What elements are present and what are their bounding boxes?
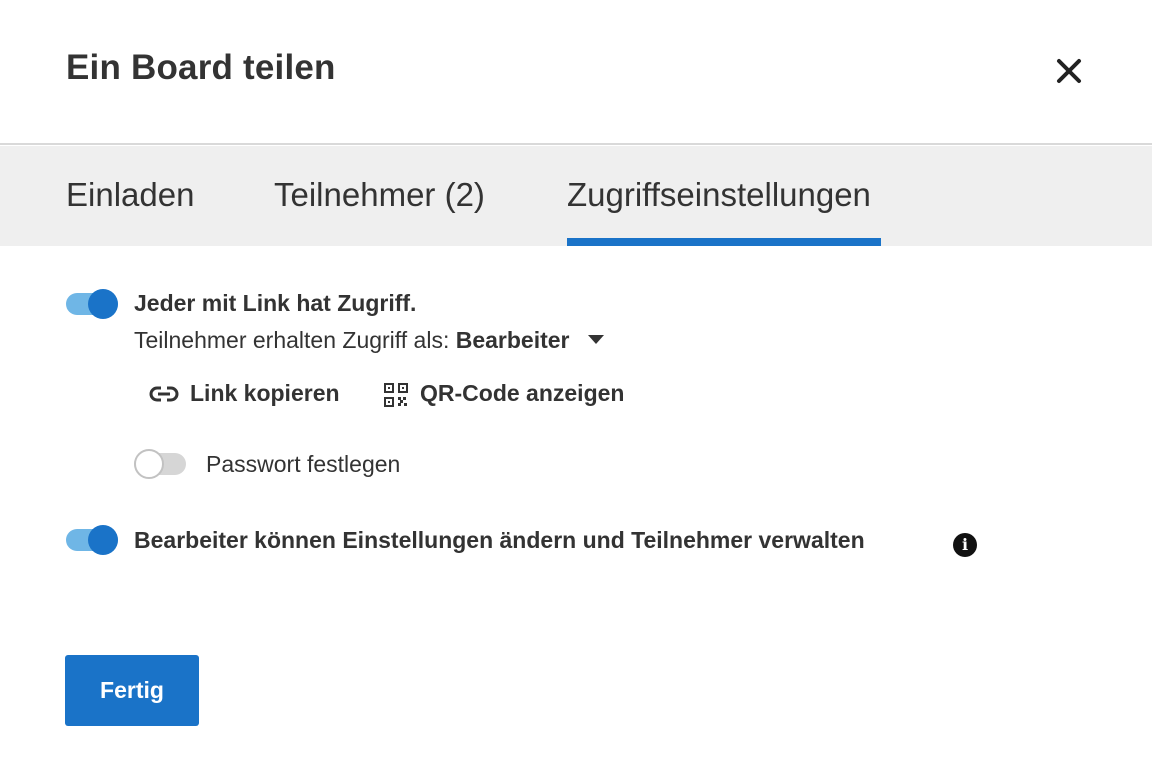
copy-link-label: Link kopieren <box>190 380 340 406</box>
qr-code-icon <box>384 383 408 413</box>
tab-label: Teilnehmer (2) <box>274 176 485 213</box>
tab-teilnehmer[interactable]: Teilnehmer (2) <box>274 146 490 246</box>
role-dropdown[interactable]: Bearbeiter <box>456 327 604 354</box>
toggle-knob <box>134 449 164 479</box>
chevron-down-icon <box>587 335 604 345</box>
dialog-header: Ein Board teilen <box>0 0 1152 145</box>
toggle-knob <box>88 525 118 555</box>
link-access-toggle[interactable] <box>66 289 118 319</box>
tab-zugriffseinstellungen[interactable]: Zugriffseinstellungen <box>567 146 881 246</box>
link-access-label: Jeder mit Link hat Zugriff. <box>134 290 417 316</box>
tab-label: Zugriffseinstellungen <box>567 176 871 213</box>
tab-label: Einladen <box>66 176 195 213</box>
show-qr-code-button[interactable]: QR-Code anzeigen <box>384 380 644 410</box>
role-row: Teilnehmer erhalten Zugriff als: Bearbei… <box>134 327 604 354</box>
role-value: Bearbeiter <box>455 327 570 353</box>
tab-bar: Einladen Teilnehmer (2) Zugriffseinstell… <box>0 146 1152 246</box>
editors-manage-toggle[interactable] <box>66 525 118 555</box>
link-icon <box>149 383 179 411</box>
password-toggle[interactable] <box>134 449 186 479</box>
role-prefix: Teilnehmer erhalten Zugriff als: <box>134 327 450 353</box>
dialog-title: Ein Board teilen <box>66 48 336 87</box>
toggle-knob <box>88 289 118 319</box>
copy-link-button[interactable]: Link kopieren <box>149 380 359 410</box>
password-label: Passwort festlegen <box>206 451 401 477</box>
show-qr-code-label: QR-Code anzeigen <box>420 380 625 406</box>
done-button[interactable]: Fertig <box>65 655 199 726</box>
editors-manage-label: Bearbeiter können Einstellungen ändern u… <box>134 527 865 553</box>
share-board-dialog: Ein Board teilen Einladen Teilnehmer (2)… <box>0 0 1152 774</box>
tab-einladen[interactable]: Einladen <box>66 146 196 246</box>
close-icon[interactable] <box>1052 54 1086 88</box>
info-icon[interactable]: i <box>953 533 977 557</box>
